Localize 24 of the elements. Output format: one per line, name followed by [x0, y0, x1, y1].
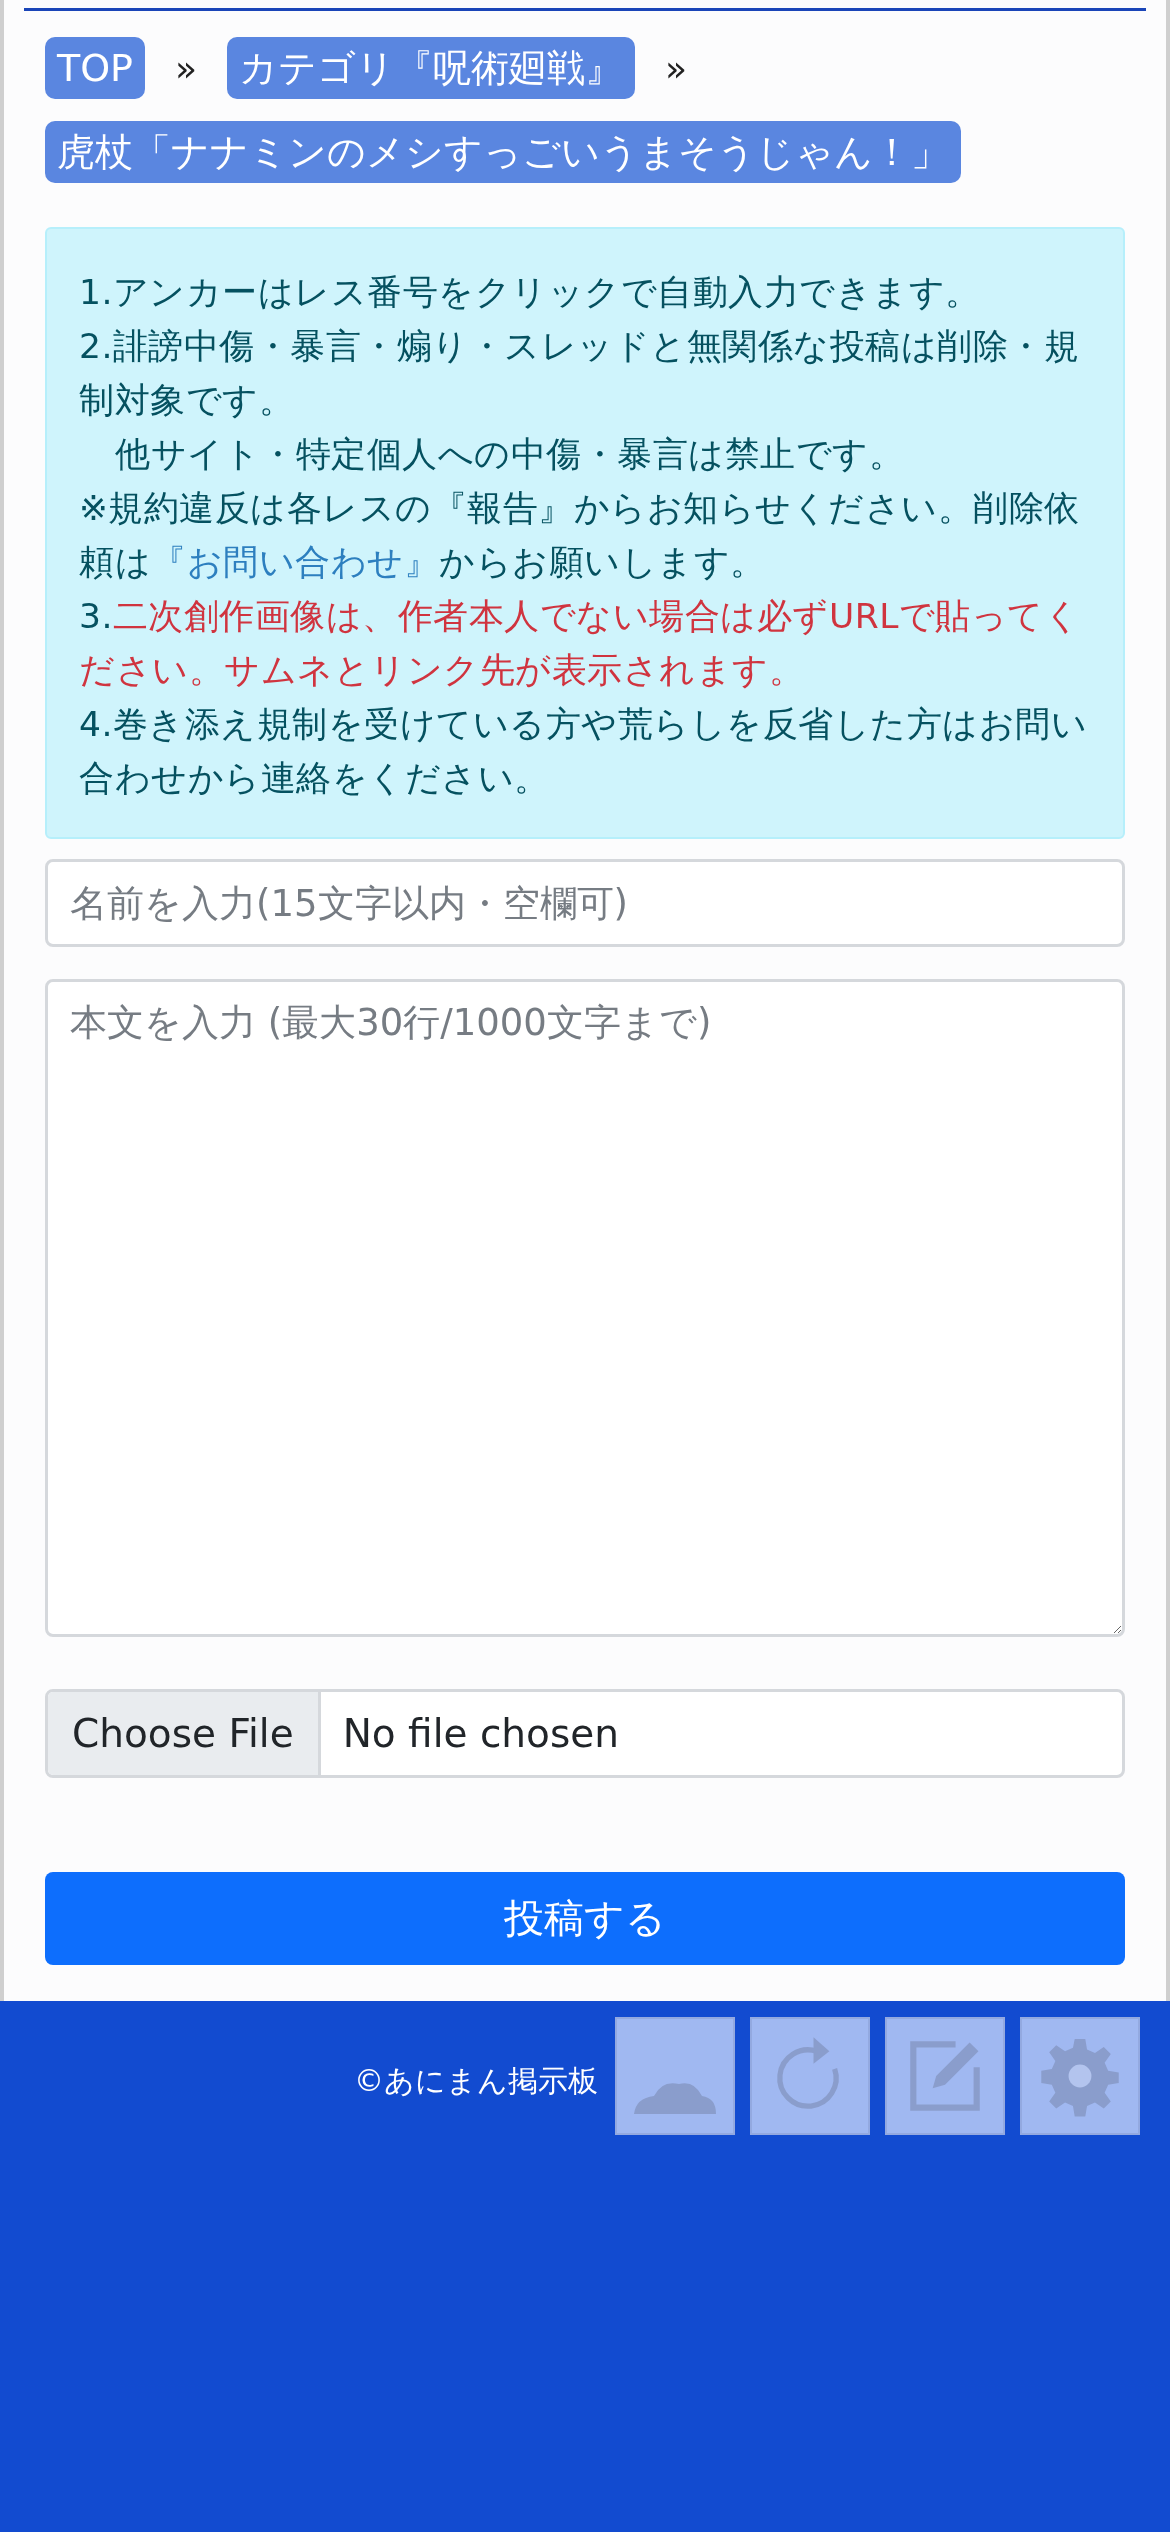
reload-button[interactable] [750, 2017, 870, 2135]
breadcrumb-separator: » [174, 47, 199, 89]
notice-text: 1.アンカーはレス番号をクリックで自動入力できます。 [79, 271, 982, 314]
file-input[interactable]: Choose File No file chosen [45, 1689, 1125, 1778]
notice-text: ※規約違反は各レスの『報告』からお知らせください。削除依頼は『お問い合わせ』からお願いします。 [79, 487, 1081, 584]
cloud-icon [632, 2080, 718, 2116]
notice-text: 2.誹謗中傷・暴言・煽り・スレッドと無関係な投稿は削除・規制対象です。 [79, 325, 1081, 422]
file-status: No file chosen [341, 1710, 619, 1758]
submit-button[interactable]: 投稿する [45, 1872, 1125, 1965]
choose-file-button[interactable]: Choose File [48, 1692, 321, 1775]
edit-button[interactable] [885, 2017, 1005, 2135]
notice-text: 4.巻き添え規制を受けている方や荒らしを反省した方はお問い合わせから連絡をください。 [79, 703, 1089, 800]
breadcrumb-link[interactable]: TOP [45, 37, 146, 99]
notice-text: 他サイト・特定個人への中傷・暴言は禁止です。 [114, 433, 905, 476]
cloud-button[interactable] [615, 2017, 735, 2135]
breadcrumb-link[interactable]: カテゴリ『呪術廻戦』 [227, 37, 636, 99]
message-field[interactable]: 本文を入力 (最大30行/1000文字まで) [45, 979, 1125, 1637]
breadcrumb-separator: » [664, 47, 689, 89]
copyright-text: ©あにまん掲示板 [354, 2062, 598, 2100]
name-field[interactable]: 名前を入力(15文字以内・空欄可) [45, 859, 1125, 947]
contact-link[interactable]: 『お問い合わせ』 [151, 542, 439, 582]
breadcrumb-link[interactable]: 虎杖「ナナミンのメシすっごいうまそうじゃん！」 [45, 121, 961, 183]
settings-button[interactable] [1020, 2017, 1140, 2135]
notice-text: 3.二次創作画像は、作者本人でない場合は必ずURLで貼ってください。サムネとリンク先が表示されます。 [79, 595, 1082, 692]
